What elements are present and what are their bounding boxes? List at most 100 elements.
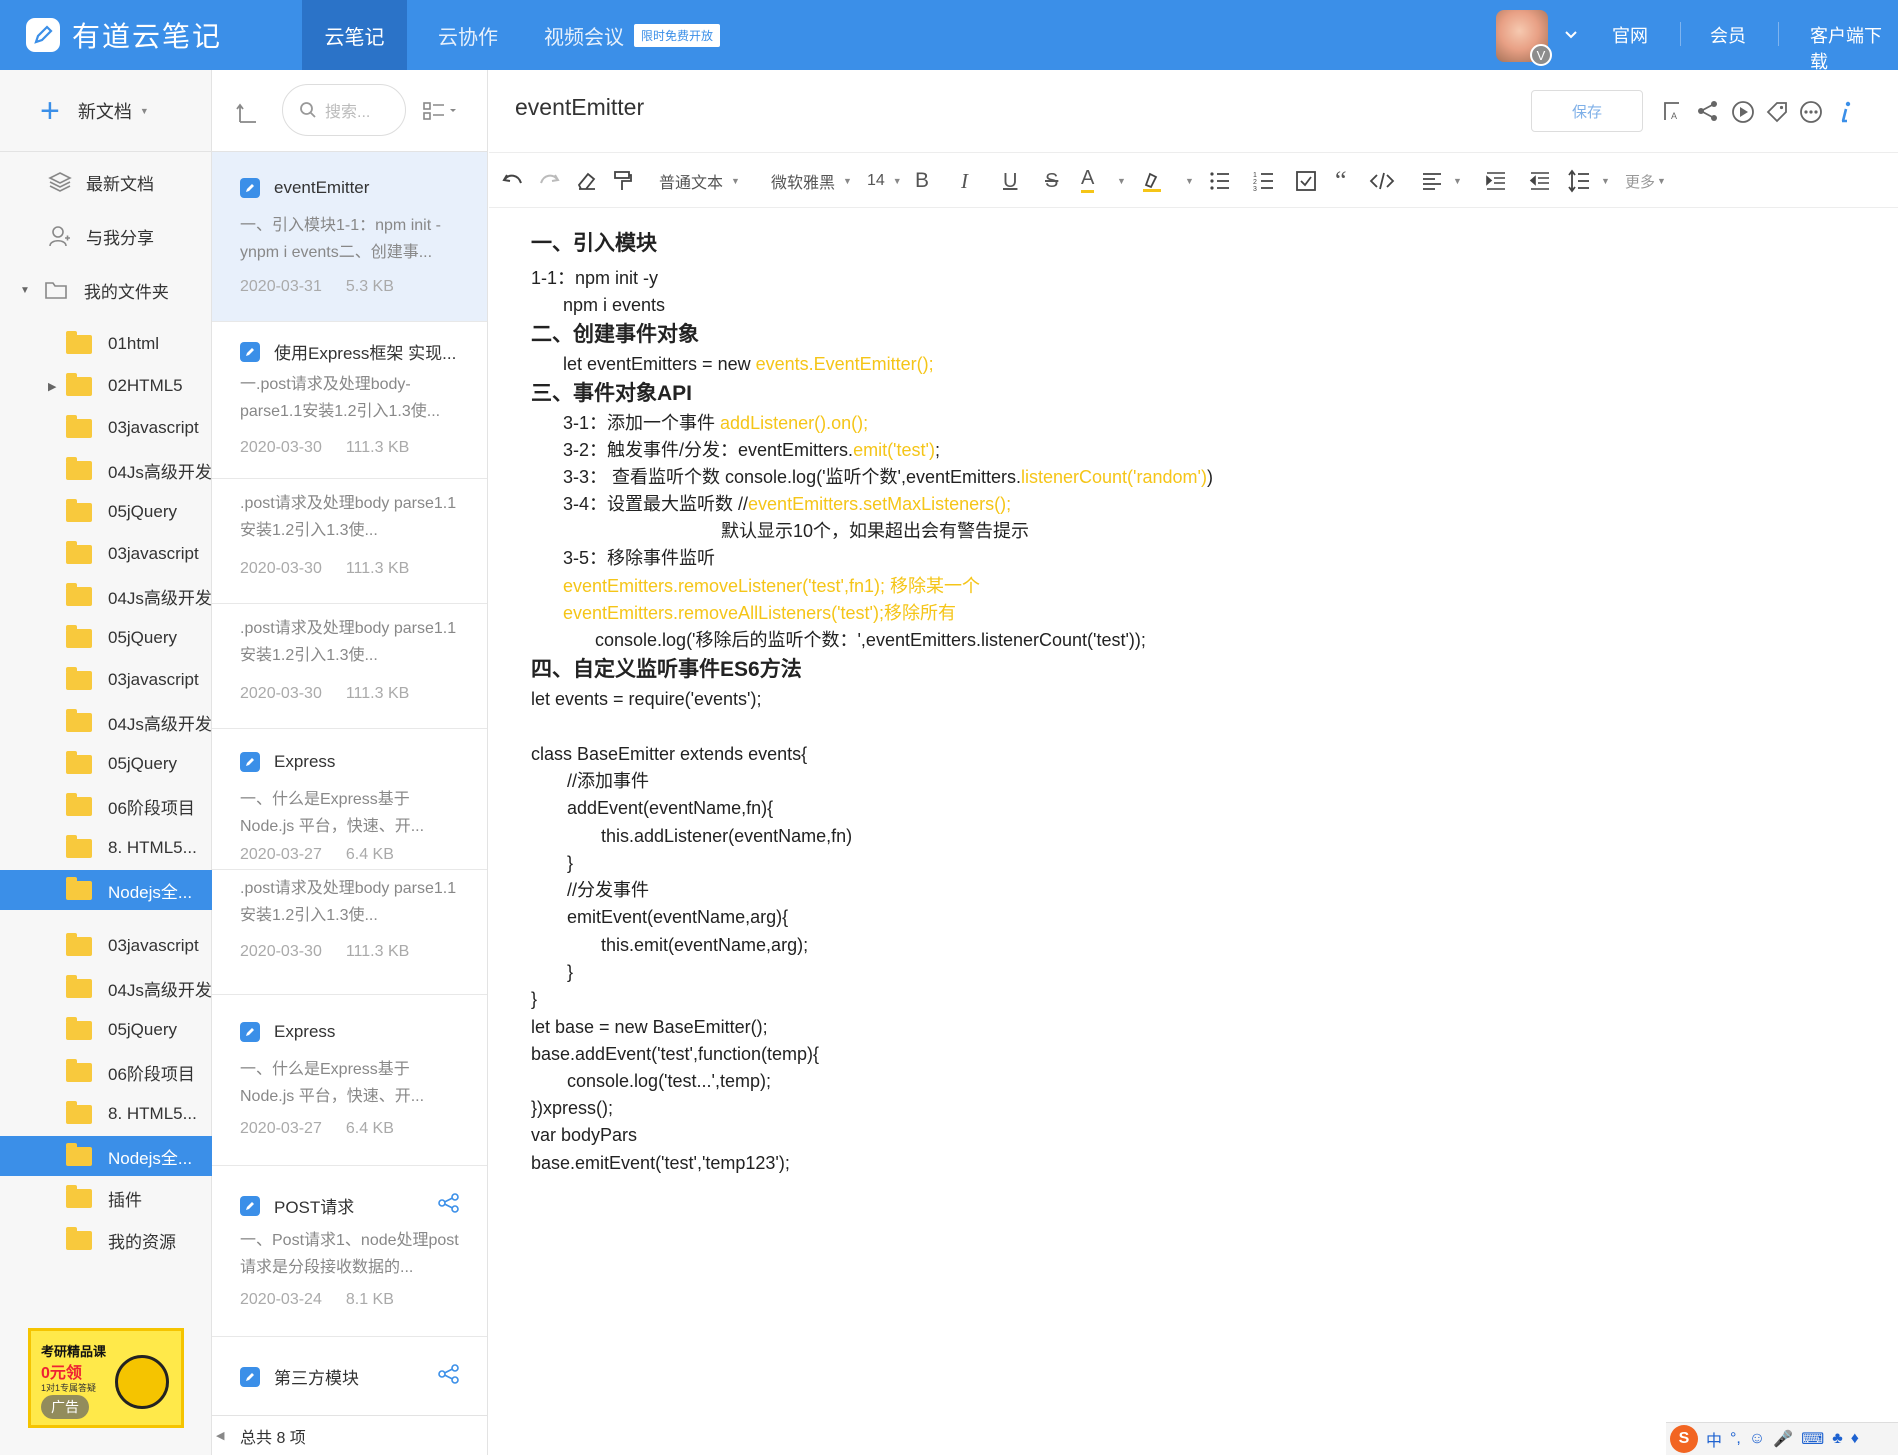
italic-icon[interactable]: I [961,167,968,195]
caret-down-icon[interactable]: ▼ [1593,167,1610,195]
info-icon[interactable] [1837,100,1855,124]
link-membership[interactable]: 会员 [1710,22,1746,48]
avatar[interactable]: V [1496,10,1552,66]
more-menu[interactable]: 更多 ▼ [1625,167,1666,195]
folder-item[interactable]: 8. HTML5... [0,828,212,868]
folder-item[interactable]: 我的资源 [0,1220,212,1260]
folder-item[interactable]: ▶ 02HTML5 [0,366,212,406]
skin-icon[interactable]: ♣ [1832,1430,1843,1448]
list-item[interactable]: Express 一、什么是Express基于 Node.js 平台，快速、开..… [212,996,487,1166]
list-item[interactable]: 第三方模块 [212,1338,487,1418]
font-family-select[interactable]: 微软雅黑 ▼ [771,167,852,195]
quote-icon[interactable]: “ [1335,166,1347,195]
line-text: base.addEvent('test',function(temp){ [531,1044,820,1064]
go-up-icon[interactable] [236,100,260,124]
undo-icon[interactable] [501,167,525,195]
folder-icon [66,1184,92,1208]
folder-item[interactable]: 03javascript [0,660,212,700]
sidebar-item-my-folders[interactable]: ▼ 我的文件夹 [0,270,212,310]
list-item[interactable]: .post请求及处理body parse1.1安装1.2引入1.3使... 20… [212,871,487,995]
list-item-snippet: 一.post请求及处理body-parse1.1安装1.2引入1.3使... [240,376,441,420]
underline-icon[interactable]: U [1003,167,1017,195]
folder-item[interactable]: 06阶段项目 [0,1052,212,1092]
folder-item[interactable]: 01html [0,324,212,364]
folder-item[interactable]: 05jQuery [0,1010,212,1050]
folder-item[interactable]: 04Js高级开发 [0,450,212,490]
share-icon[interactable] [438,1364,460,1384]
numbered-list-icon[interactable]: 123 [1253,167,1275,195]
caret-down-icon[interactable]: ▼ [1177,167,1194,195]
highlight-icon[interactable] [1141,167,1163,195]
ime-punct[interactable]: °, [1730,1430,1741,1448]
tag-icon[interactable] [1765,100,1789,124]
redo-icon[interactable] [537,167,561,195]
folder-item[interactable]: 06阶段项目 [0,786,212,826]
doc-heading: 三、事件对象API [531,380,692,407]
tab-video-meeting[interactable]: 视频会议 限时免费开放 [532,0,732,70]
folder-item[interactable]: 03javascript [0,926,212,966]
presentation-play-icon[interactable] [1731,100,1755,124]
tab-notes[interactable]: 云笔记 [302,0,407,70]
sidebar-item-shared[interactable]: 与我分享 [0,216,212,256]
folder-item[interactable]: 插件 [0,1178,212,1218]
share-icon[interactable] [1697,100,1719,122]
folder-item-selected[interactable]: Nodejs全... [0,1136,212,1176]
indent-decrease-icon[interactable] [1529,167,1551,195]
more-options-icon[interactable] [1799,100,1823,124]
new-doc-button[interactable]: + 新文档 ▼ [0,70,212,152]
folder-item[interactable]: 03javascript [0,408,212,448]
search-input[interactable]: 搜索... [282,84,406,136]
expand-arrow-icon[interactable]: ▼ [20,285,30,296]
folder-item[interactable]: 04Js高级开发 [0,576,212,616]
microphone-icon[interactable]: 🎤 [1773,1429,1793,1449]
link-official-site[interactable]: 官网 [1612,22,1648,48]
folder-item[interactable]: 05jQuery [0,492,212,532]
keyboard-icon[interactable]: ⌨ [1801,1429,1824,1449]
code-icon[interactable] [1369,167,1395,195]
caret-down-icon[interactable]: ▼ [1445,167,1462,195]
list-item[interactable]: Express 一、什么是Express基于 Node.js 平台，快速、开..… [212,730,487,870]
caret-down-icon[interactable]: ▼ [1109,167,1126,195]
shirt-icon[interactable]: ♦ [1851,1430,1859,1448]
font-size-select[interactable]: 14 ▼ [867,167,902,195]
strikethrough-icon[interactable]: S [1045,167,1058,195]
doc-title[interactable]: eventEmitter [515,94,644,121]
save-button[interactable]: 保存 [1531,90,1643,132]
ime-lang[interactable]: 中 [1706,1427,1722,1451]
emoji-icon[interactable]: ☺ [1749,1430,1765,1448]
folder-item-selected[interactable]: Nodejs全... [0,870,212,910]
list-view-icon[interactable] [422,100,462,122]
bullet-list-icon[interactable] [1209,167,1231,195]
folder-item[interactable]: 05jQuery [0,744,212,784]
text-style-icon[interactable]: A [1661,100,1683,122]
list-item[interactable]: POST请求 一、Post请求1、node处理post请求是分段接收数据的...… [212,1167,487,1337]
list-item[interactable]: 使用Express框架 实现... 一.post请求及处理body-parse1… [212,323,487,479]
font-color-icon[interactable]: A [1081,167,1095,193]
sogou-logo-icon[interactable]: S [1670,1425,1698,1453]
sidebar-item-recent[interactable]: 最新文档 [0,162,212,202]
paragraph-style-select[interactable]: 普通文本 ▼ [659,167,740,195]
folder-item[interactable]: 8. HTML5... [0,1094,212,1134]
indent-increase-icon[interactable] [1485,167,1507,195]
chevron-down-icon[interactable] [1564,30,1578,40]
tab-collab[interactable]: 云协作 [420,0,516,70]
collapse-left-icon[interactable]: ◀ [216,1429,224,1442]
share-icon[interactable] [438,1193,460,1213]
list-item[interactable]: eventEmitter 一、引入模块1-1：npm init -ynpm i … [212,152,487,322]
ad-banner[interactable]: 考研精品课 0元领 1对1专属答疑 广告 [28,1328,184,1428]
folder-item[interactable]: 04Js高级开发 [0,968,212,1008]
list-item[interactable]: .post请求及处理body parse1.1安装1.2引入1.3使... 20… [212,605,487,729]
line-height-icon[interactable] [1567,167,1591,195]
eraser-icon[interactable] [575,167,599,195]
expand-arrow-icon[interactable]: ▶ [48,380,56,393]
list-item[interactable]: .post请求及处理body parse1.1安装1.2引入1.3使... 20… [212,480,487,604]
bold-icon[interactable]: B [915,167,929,195]
app-logo[interactable]: 有道云笔记 [26,16,222,54]
checklist-icon[interactable] [1295,167,1317,195]
folder-item[interactable]: 03javascript [0,534,212,574]
folder-item[interactable]: 05jQuery [0,618,212,658]
format-painter-icon[interactable] [611,167,635,195]
link-client-download[interactable]: 客户端下载 [1810,22,1898,74]
align-left-icon[interactable] [1421,167,1443,195]
folder-item[interactable]: 04Js高级开发 [0,702,212,742]
